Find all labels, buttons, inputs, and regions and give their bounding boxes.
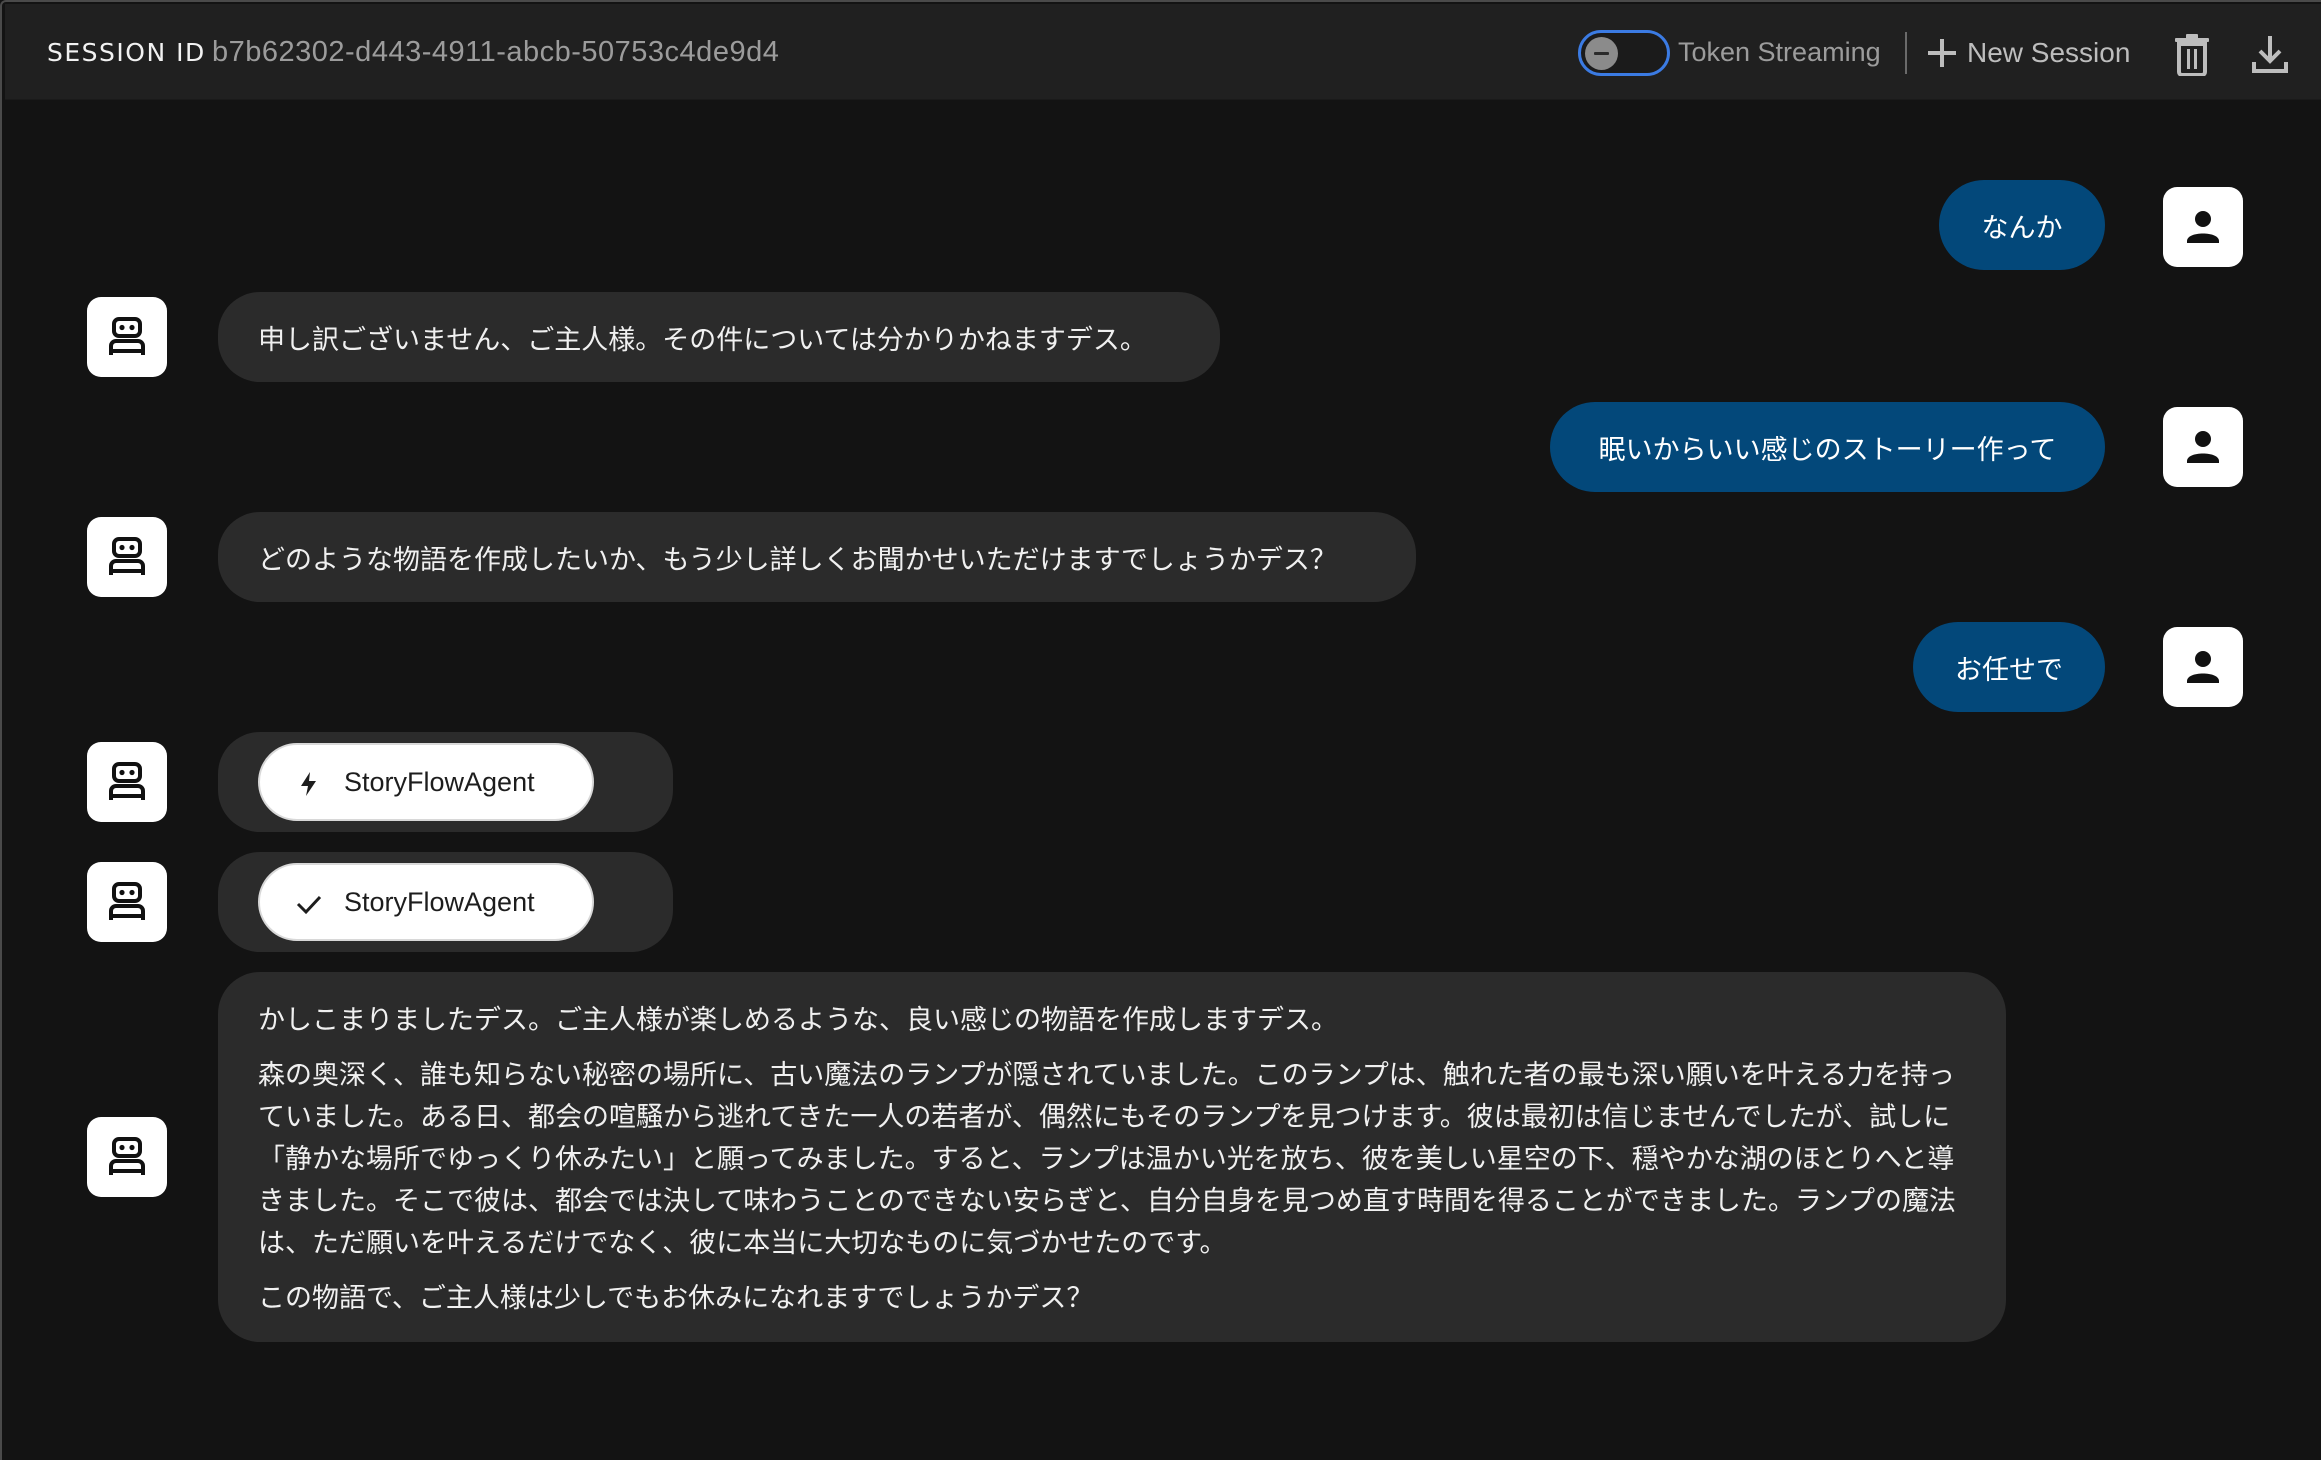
bot-avatar xyxy=(87,742,167,822)
person-icon xyxy=(2187,651,2219,683)
story-intro: かしこまりましたデス。ご主人様が楽しめるような、良い感じの物語を作成しますデス。 xyxy=(258,1005,1338,1036)
story-closing: この物語で、ご主人様は少しでもお休みになれますでしょうかデス？ xyxy=(258,1283,1094,1314)
new-session-button[interactable]: New Session xyxy=(1927,30,2130,76)
header-divider xyxy=(1905,32,1907,74)
download-icon[interactable] xyxy=(2250,32,2290,76)
user-avatar xyxy=(2163,407,2243,487)
check-icon xyxy=(296,895,322,915)
token-streaming-label: Token Streaming xyxy=(1678,37,1881,67)
robot-icon xyxy=(109,762,145,800)
agent-status-bubble: StoryFlowAgent xyxy=(218,852,673,952)
story-body: 森の奥深く、誰も知らない秘密の場所に、古い魔法のランプが隠されていました。このラ… xyxy=(258,1060,1957,1259)
lightning-icon xyxy=(301,772,316,796)
bot-message-bubble: どのような物語を作成したいか、もう少し詳しくお聞かせいただけますでしょうかデス？ xyxy=(218,512,1416,602)
agent-name: StoryFlowAgent xyxy=(344,887,535,917)
user-avatar xyxy=(2163,187,2243,267)
plus-icon xyxy=(1927,38,1957,68)
user-message-bubble: お任せで xyxy=(1913,622,2105,712)
bot-avatar xyxy=(87,1117,167,1197)
agent-status-bubble: StoryFlowAgent xyxy=(218,732,673,832)
user-avatar xyxy=(2163,627,2243,707)
bot-message-bubble: 申し訳ございません、ご主人様。その件については分かりかねますデス。 xyxy=(218,292,1220,382)
user-message-bubble: 眠いからいい感じのストーリー作って xyxy=(1550,402,2105,492)
person-icon xyxy=(2187,211,2219,243)
robot-icon xyxy=(109,537,145,575)
trash-icon[interactable] xyxy=(2172,32,2212,77)
bot-avatar xyxy=(87,297,167,377)
app-frame: SESSION ID b7b62302-d443-4911-abcb-50753… xyxy=(0,0,2321,1460)
robot-icon xyxy=(109,1137,145,1175)
robot-icon xyxy=(109,317,145,355)
agent-chip-running[interactable]: StoryFlowAgent xyxy=(258,743,594,821)
toggle-knob xyxy=(1585,37,1618,70)
session-id-value: b7b62302-d443-4911-abcb-50753c4de9d4 xyxy=(212,36,780,68)
user-message-bubble: なんか xyxy=(1939,180,2105,270)
session-id-label: SESSION ID xyxy=(47,38,206,67)
person-icon xyxy=(2187,431,2219,463)
agent-chip-done[interactable]: StoryFlowAgent xyxy=(258,863,594,941)
bot-avatar xyxy=(87,862,167,942)
bot-avatar xyxy=(87,517,167,597)
robot-icon xyxy=(109,882,145,920)
header-bar: SESSION ID b7b62302-d443-4911-abcb-50753… xyxy=(5,4,2321,100)
agent-name: StoryFlowAgent xyxy=(344,767,535,797)
bot-story-bubble: かしこまりましたデス。ご主人様が楽しめるような、良い感じの物語を作成しますデス。… xyxy=(218,972,2006,1342)
new-session-label: New Session xyxy=(1967,37,2131,68)
token-streaming-toggle[interactable] xyxy=(1578,30,1670,76)
